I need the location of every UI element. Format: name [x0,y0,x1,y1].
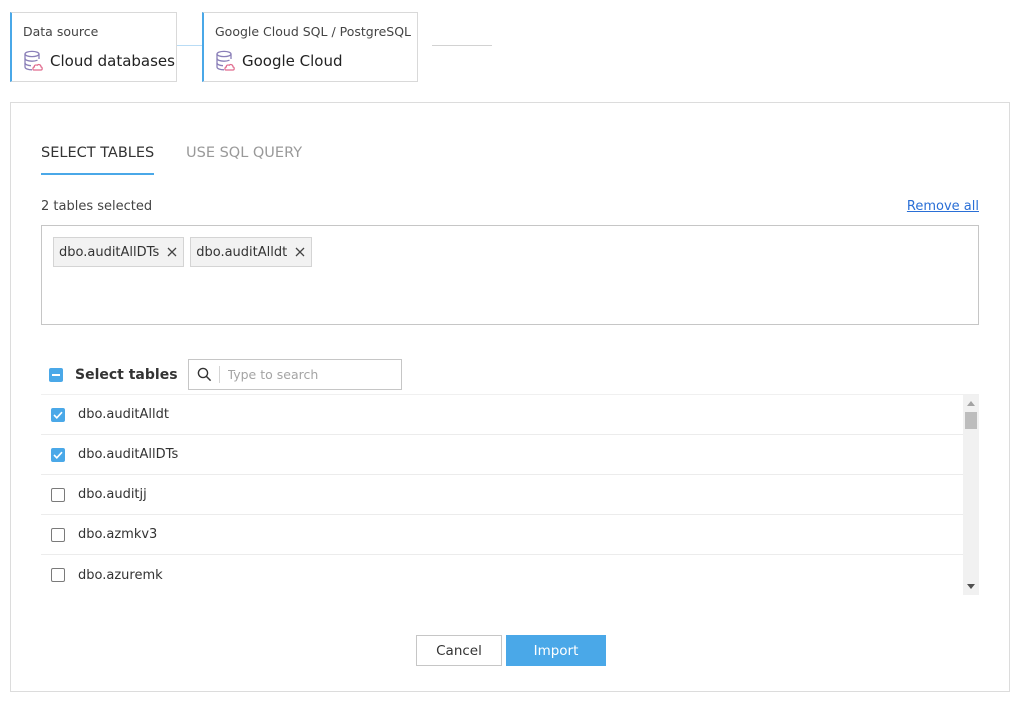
search-divider [218,366,220,383]
table-name: dbo.azuremk [78,567,163,583]
selected-table-chip: dbo.auditAllDTs [53,237,185,267]
chip-label: dbo.auditAlldt [196,244,288,260]
search-icon [197,367,211,382]
table-row[interactable]: dbo.azmkv3 [41,515,963,555]
table-list: dbo.auditAlldt dbo.auditAllDTs dbo.audit… [41,394,979,595]
close-icon[interactable] [167,247,177,257]
step-value-text: Google Cloud [242,52,343,70]
check-icon [53,451,63,459]
step-value: Google Cloud [215,50,417,72]
table-row[interactable]: dbo.auditjj [41,475,963,515]
table-row[interactable]: dbo.azuremk [41,555,963,595]
close-icon[interactable] [295,247,305,257]
breadcrumb-step-google-cloud[interactable]: Google Cloud SQL / PostgreSQL Google Clo… [202,12,418,82]
select-all-checkbox[interactable] [49,367,63,382]
selected-tables-box: dbo.auditAllDTs dbo.auditAlldt [41,225,979,325]
database-cloud-icon [24,50,43,71]
table-name: dbo.auditAlldt [78,407,169,422]
scroll-up-icon[interactable] [967,401,975,406]
row-checkbox[interactable] [51,527,65,542]
step-value: Cloud databases [23,50,176,72]
scroll-down-icon[interactable] [967,584,975,589]
table-name: dbo.auditAllDTs [78,447,179,462]
table-selection-panel: SELECT TABLES USE SQL QUERY 2 tables sel… [10,102,1010,692]
breadcrumb-step-data-source[interactable]: Data source Cloud databases [10,12,177,82]
tab-select-tables[interactable]: SELECT TABLES [41,145,154,175]
table-name: dbo.azmkv3 [78,527,158,542]
chip-label: dbo.auditAllDTs [59,244,160,260]
select-tables-header: Select tables [49,359,402,390]
step-label: Data source [23,24,99,39]
table-row[interactable]: dbo.auditAlldt [41,395,963,435]
select-tables-title: Select tables [75,366,178,383]
selected-table-chip: dbo.auditAlldt [190,237,313,267]
list-scrollbar[interactable] [963,395,979,595]
row-checkbox[interactable] [51,568,65,582]
selected-count: 2 tables selected [41,199,153,214]
step-value-text: Cloud databases [50,52,175,70]
breadcrumb-trail [432,45,492,46]
row-checkbox[interactable] [51,447,65,462]
table-row[interactable]: dbo.auditAllDTs [41,435,963,475]
tab-use-sql-query[interactable]: USE SQL QUERY [186,145,302,173]
search-input[interactable] [227,367,378,382]
breadcrumb-connector [177,45,202,46]
step-label: Google Cloud SQL / PostgreSQL [215,24,412,39]
database-cloud-icon [216,50,235,71]
scrollbar-thumb[interactable] [965,412,977,429]
row-checkbox[interactable] [51,407,65,422]
remove-all-link[interactable]: Remove all [907,199,979,214]
search-box [187,359,402,390]
import-button[interactable]: Import [506,635,606,666]
row-checkbox[interactable] [51,487,65,502]
cancel-button[interactable]: Cancel [416,635,502,666]
table-name: dbo.auditjj [78,487,147,502]
check-icon [53,411,63,419]
